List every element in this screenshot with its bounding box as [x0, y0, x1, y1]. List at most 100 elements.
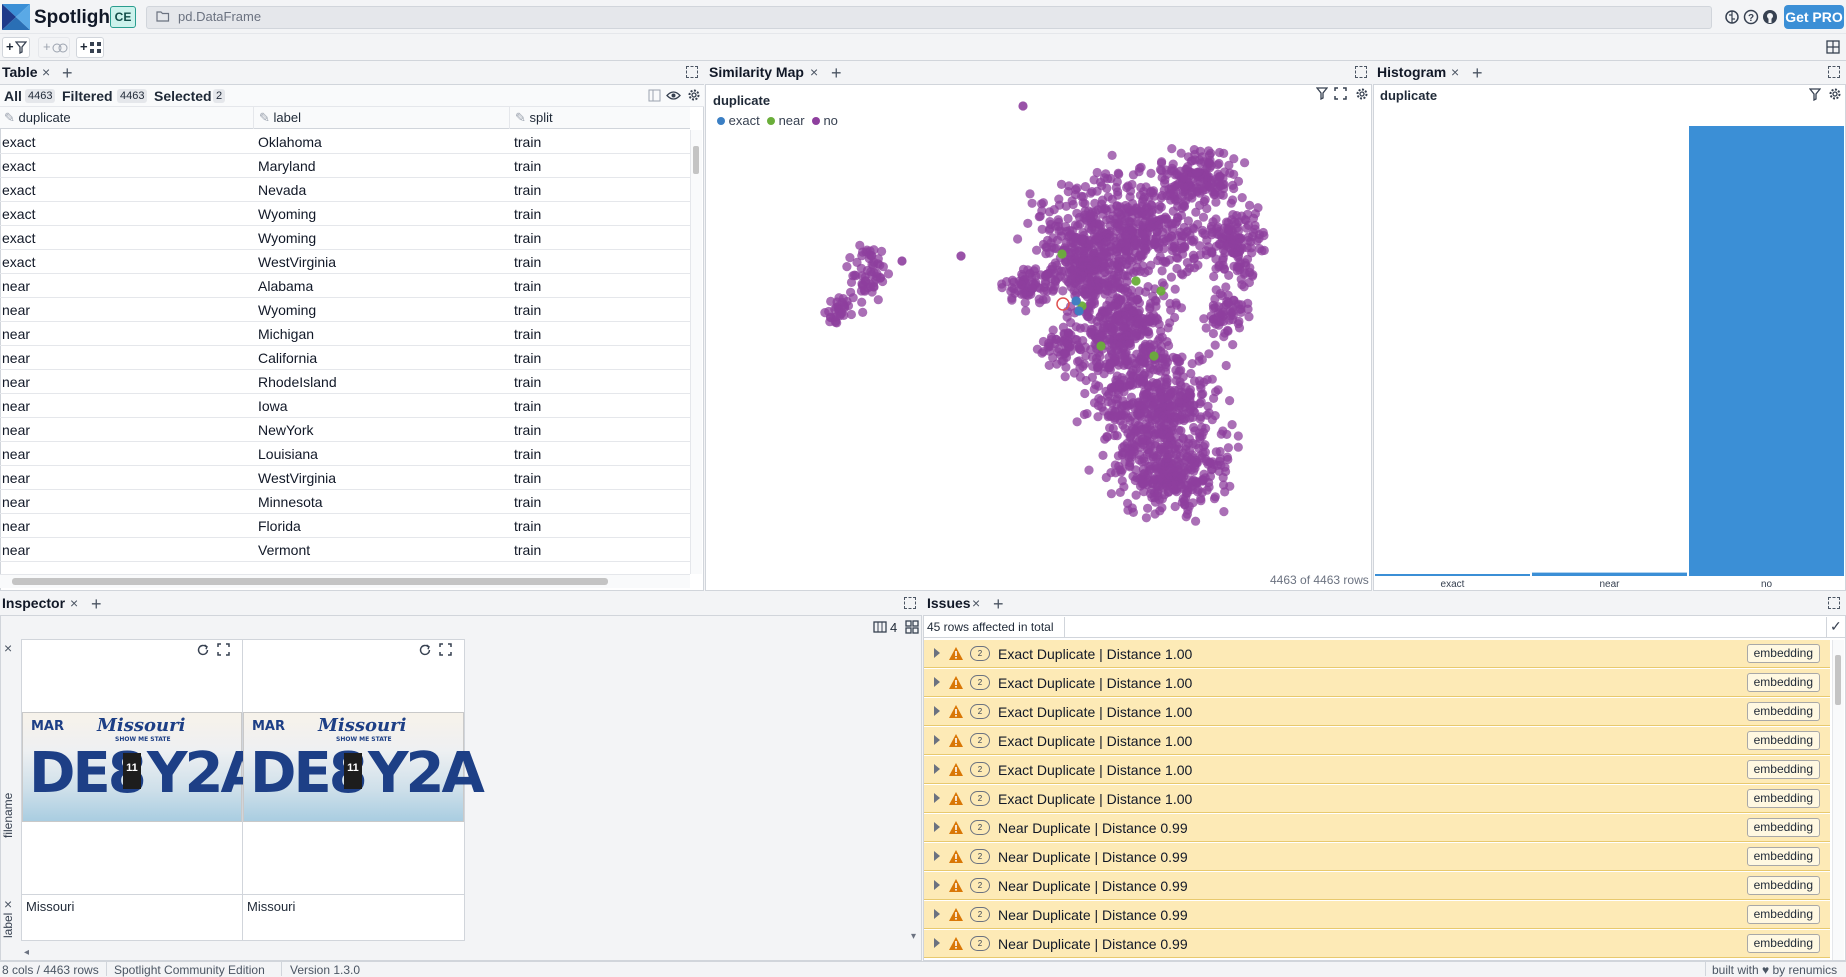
- maximize-icon[interactable]: [1828, 66, 1840, 78]
- add-filter-button[interactable]: +: [2, 37, 30, 58]
- visibility-eye-icon[interactable]: [666, 89, 681, 102]
- column-header-split[interactable]: ✎ split: [515, 110, 553, 126]
- maximize-icon[interactable]: [686, 66, 698, 78]
- add-tab-icon[interactable]: +: [993, 595, 1004, 613]
- help-icon[interactable]: ?: [1743, 9, 1759, 25]
- expand-arrow-icon[interactable]: [934, 851, 940, 861]
- histogram-filter-icon[interactable]: [1809, 88, 1821, 101]
- layout-icon[interactable]: [1826, 40, 1840, 54]
- histogram-chart[interactable]: exact near no: [1374, 104, 1845, 590]
- issue-column-tag: embedding: [1746, 847, 1820, 866]
- version-label: Version 1.3.0: [290, 963, 361, 977]
- close-inspector-tab-icon[interactable]: ×: [70, 595, 78, 611]
- maximize-icon[interactable]: [1828, 597, 1840, 609]
- close-issues-tab-icon[interactable]: ×: [972, 595, 980, 611]
- expand-arrow-icon[interactable]: [934, 822, 940, 832]
- selected-tab[interactable]: Selected: [154, 88, 212, 104]
- expand-arrow-icon[interactable]: [934, 648, 940, 658]
- scatter-point: [1122, 330, 1132, 341]
- reset-view-icon[interactable]: [418, 643, 432, 657]
- expand-arrow-icon[interactable]: [934, 938, 940, 948]
- scatter-point: [1088, 361, 1098, 371]
- similarity-scatter-plot[interactable]: [706, 86, 1371, 590]
- expand-arrow-icon[interactable]: [934, 793, 940, 803]
- histogram-settings-gear-icon[interactable]: [1828, 87, 1842, 101]
- issue-row[interactable]: 2 Exact Duplicate | Distance 1.00 embeddin…: [924, 727, 1830, 755]
- brain-icon[interactable]: [1724, 9, 1740, 25]
- expand-arrow-icon[interactable]: [934, 764, 940, 774]
- add-tab-icon[interactable]: +: [62, 64, 73, 82]
- settings-gear-icon[interactable]: [687, 88, 701, 102]
- expand-arrow-icon[interactable]: [934, 706, 940, 716]
- add-tab-icon[interactable]: +: [831, 64, 842, 82]
- grid-view-icon[interactable]: [905, 620, 919, 634]
- issue-row[interactable]: 2 Exact Duplicate | Distance 1.00 embeddin…: [924, 785, 1830, 813]
- scatter-point: [1232, 223, 1243, 233]
- scatter-point: [1173, 357, 1183, 367]
- add-similar-filter-button[interactable]: +: [38, 37, 70, 58]
- scatter-point: [1046, 219, 1056, 230]
- columns-icon[interactable]: [648, 89, 661, 102]
- inspector-scroll-left-icon[interactable]: ◂: [24, 947, 29, 958]
- expand-arrow-icon[interactable]: [934, 880, 940, 890]
- remove-filename-field-icon[interactable]: ×: [4, 640, 12, 656]
- inspector-scroll-down-icon[interactable]: ▾: [911, 931, 916, 942]
- add-tab-icon[interactable]: +: [1472, 64, 1483, 82]
- issue-row[interactable]: 2 Near Duplicate | Distance 0.99 embedding: [924, 872, 1830, 900]
- tab-issues[interactable]: Issues: [927, 595, 971, 611]
- issues-scroll-thumb[interactable]: [1835, 655, 1841, 705]
- close-histogram-tab-icon[interactable]: ×: [1451, 64, 1459, 80]
- filtered-tab[interactable]: Filtered: [62, 88, 113, 104]
- column-header-label[interactable]: ✎ label: [259, 110, 301, 126]
- table-cell-duplicate: exact: [2, 182, 36, 198]
- issue-row[interactable]: 2 Exact Duplicate | Distance 1.00 embeddin…: [924, 640, 1830, 668]
- built-with-label[interactable]: built with ♥ by renumics: [1712, 963, 1837, 977]
- issue-row[interactable]: 2 Near Duplicate | Distance 0.99 embedding: [924, 814, 1830, 842]
- scatter-point: [1052, 235, 1063, 245]
- scatter-point: [1112, 411, 1122, 421]
- scatter-point: [1213, 385, 1223, 395]
- scatter-point: [1223, 443, 1233, 453]
- expand-arrow-icon[interactable]: [934, 677, 940, 687]
- reset-view-icon[interactable]: [196, 643, 210, 657]
- expand-arrow-icon[interactable]: [934, 735, 940, 745]
- dataset-path-bar[interactable]: [146, 6, 1712, 29]
- all-tab[interactable]: All: [4, 88, 22, 104]
- scatter-point: [1157, 475, 1167, 485]
- issue-row[interactable]: 2 Exact Duplicate | Distance 1.00 embeddin…: [924, 698, 1830, 726]
- scatter-point: [1196, 383, 1206, 393]
- tab-inspector[interactable]: Inspector: [2, 595, 65, 611]
- table-vertical-thumb[interactable]: [693, 146, 699, 174]
- issue-row[interactable]: 2 Exact Duplicate | Distance 1.00 embeddin…: [924, 756, 1830, 784]
- expand-icon[interactable]: [439, 643, 452, 656]
- close-similarity-tab-icon[interactable]: ×: [810, 64, 818, 80]
- tab-similarity-map[interactable]: Similarity Map: [709, 64, 804, 80]
- expand-icon[interactable]: [217, 643, 230, 656]
- scatter-point: [1196, 412, 1206, 422]
- scatter-point: [1219, 332, 1229, 342]
- add-tab-icon[interactable]: +: [91, 595, 102, 613]
- scatter-point: [1093, 242, 1104, 252]
- get-pro-button[interactable]: Get PRO: [1784, 5, 1844, 29]
- issue-row[interactable]: 2 Near Duplicate | Distance 0.99 embedding: [924, 930, 1830, 958]
- maximize-icon[interactable]: [1355, 66, 1367, 78]
- tab-table[interactable]: Table: [2, 64, 38, 80]
- columns-count-icon[interactable]: [873, 621, 887, 633]
- maximize-icon[interactable]: [904, 597, 916, 609]
- check-icon[interactable]: ✓: [1830, 618, 1842, 635]
- table-horizontal-thumb[interactable]: [12, 578, 608, 585]
- github-icon[interactable]: [1762, 9, 1778, 25]
- table-vertical-scrollbar[interactable]: [690, 130, 702, 574]
- add-issue-filter-button[interactable]: +: [76, 37, 104, 58]
- column-header-duplicate[interactable]: ✎ duplicate: [4, 110, 71, 126]
- scatter-point: [1158, 227, 1168, 237]
- issue-row[interactable]: 2 Exact Duplicate | Distance 1.00 embeddin…: [924, 669, 1830, 697]
- issue-row[interactable]: 2 Near Duplicate | Distance 0.99 embedding: [924, 843, 1830, 871]
- issue-row[interactable]: 2 Near Duplicate | Distance 0.99 embedding: [924, 901, 1830, 929]
- tab-histogram[interactable]: Histogram: [1377, 64, 1446, 80]
- expand-arrow-icon[interactable]: [934, 909, 940, 919]
- scatter-point: [1057, 249, 1067, 259]
- scatter-point: [1086, 280, 1096, 290]
- issue-column-tag: embedding: [1746, 905, 1820, 924]
- close-table-tab-icon[interactable]: ×: [42, 64, 50, 80]
